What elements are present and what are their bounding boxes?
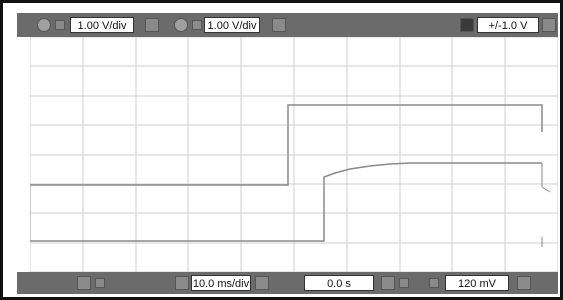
trigger-time-field[interactable]: 0.0 s	[304, 275, 374, 291]
range-stepper-icon[interactable]	[542, 18, 556, 32]
waveform-display	[30, 37, 558, 272]
trigger-edge-icon[interactable]	[399, 278, 409, 288]
channel1-scale-stepper-icon[interactable]	[145, 18, 159, 32]
range-field[interactable]: +/-1.0 V	[477, 17, 539, 33]
top-toolbar: 1.00 V/div 1.00 V/div +/-1.0 V	[17, 13, 558, 37]
trigger-level-icon[interactable]	[429, 278, 439, 288]
trigger-level-stepper-icon[interactable]	[517, 276, 531, 290]
channel1-coupling-icon[interactable]	[55, 20, 65, 30]
trigger-source-icon[interactable]	[381, 276, 395, 290]
single-shot-icon[interactable]	[95, 278, 105, 288]
channel2-scale-stepper-icon[interactable]	[272, 18, 286, 32]
trigger-level-field[interactable]: 120 mV	[445, 275, 509, 291]
channel2-probe-icon[interactable]	[174, 18, 188, 32]
timebase-field[interactable]: 10.0 ms/div	[191, 275, 251, 291]
channel2-coupling-icon[interactable]	[192, 20, 202, 30]
run-mode-icon[interactable]	[77, 276, 91, 290]
channel2-scale-field[interactable]: 1.00 V/div	[204, 17, 260, 33]
channel1-scale-field[interactable]: 1.00 V/div	[70, 17, 134, 33]
timebase-stepper-icon[interactable]	[255, 276, 269, 290]
bottom-toolbar: 10.0 ms/div 0.0 s 120 mV	[17, 272, 558, 294]
range-mode-icon[interactable]	[460, 18, 474, 32]
waveform-graph	[30, 37, 558, 272]
channel1-probe-icon[interactable]	[37, 18, 51, 32]
timebase-mode-icon[interactable]	[175, 276, 189, 290]
